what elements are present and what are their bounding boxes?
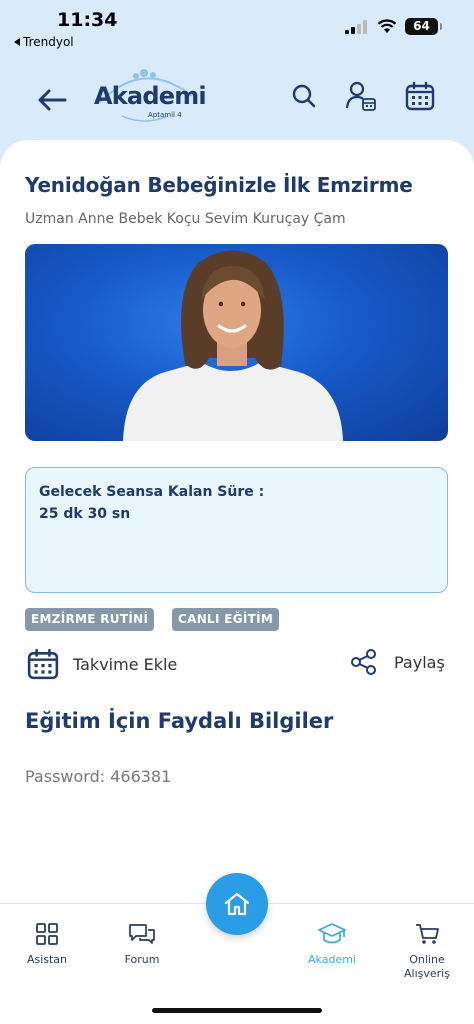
nav-online-alisveris[interactable]: Online Alışveriş xyxy=(382,922,472,981)
nav-forum-label: Forum xyxy=(124,953,160,966)
logo-subtext: Aptamil 4 xyxy=(148,111,182,119)
add-to-calendar-label: Takvime Ekle xyxy=(73,654,178,674)
search-icon xyxy=(292,84,316,108)
share-icon xyxy=(351,649,376,675)
logo-text: Akademi xyxy=(94,82,207,110)
nav-akademi-label: Akademi xyxy=(308,953,356,966)
instructor-photo xyxy=(123,250,343,441)
calendar-icon xyxy=(27,648,59,680)
graduation-cap-icon xyxy=(318,923,346,944)
home-icon xyxy=(224,892,250,916)
status-icons: 64 xyxy=(345,18,442,35)
signal-icon xyxy=(345,19,367,34)
calendar-icon xyxy=(405,81,435,111)
status-bar: 11:34 Trendyol 64 xyxy=(0,0,474,58)
home-button[interactable] xyxy=(206,873,268,935)
tag-emzirme-rutini[interactable]: EMZİRME RUTİNİ xyxy=(25,608,155,631)
status-time: 11:34 xyxy=(57,9,118,31)
share-button[interactable]: Paylaş xyxy=(350,648,445,676)
chat-icon xyxy=(129,924,155,944)
battery-indicator: 64 xyxy=(405,18,442,35)
tag-canli-egitim[interactable]: CANLI EĞİTİM xyxy=(172,608,280,631)
home-indicator xyxy=(152,1008,322,1013)
calendar-button[interactable] xyxy=(402,78,438,114)
back-button[interactable] xyxy=(34,82,70,118)
nav-forum[interactable]: Forum xyxy=(97,922,187,967)
page-subtitle: Uzman Anne Bebek Koçu Sevim Kuruçay Çam xyxy=(25,211,346,227)
session-password: Password: 466381 xyxy=(25,767,172,786)
back-triangle-icon xyxy=(14,38,20,46)
nav-online-alisveris-label: Online Alışveriş xyxy=(404,953,450,980)
countdown-label: Gelecek Seansa Kalan Süre : xyxy=(39,484,265,500)
page-title: Yenidoğan Bebeğinizle İlk Emzirme xyxy=(25,173,413,197)
search-button[interactable] xyxy=(288,80,320,112)
section-title: Eğitim İçin Faydalı Bilgiler xyxy=(25,709,334,733)
akademi-logo: Akademi Aptamil 4 xyxy=(92,66,207,128)
countdown-value: 25 dk 30 sn xyxy=(39,506,131,522)
profile-button[interactable] xyxy=(343,78,379,114)
session-countdown-box: Gelecek Seansa Kalan Süre : 25 dk 30 sn xyxy=(25,467,448,593)
back-app-label: Trendyol xyxy=(23,35,74,49)
share-label: Paylaş xyxy=(394,652,445,672)
wifi-icon xyxy=(377,19,397,33)
add-to-calendar-button[interactable]: Takvime Ekle xyxy=(27,648,177,680)
hero-image xyxy=(25,244,448,441)
grid-icon xyxy=(36,923,58,945)
nav-asistan[interactable]: Asistan xyxy=(2,922,92,967)
nav-akademi[interactable]: Akademi xyxy=(287,922,377,967)
arrow-left-icon xyxy=(38,89,67,111)
cart-icon xyxy=(416,924,439,944)
nav-asistan-label: Asistan xyxy=(26,953,68,966)
app-header: Akademi Aptamil 4 xyxy=(0,58,474,140)
user-calendar-icon xyxy=(345,81,376,111)
back-to-app-link[interactable]: Trendyol xyxy=(14,35,74,49)
